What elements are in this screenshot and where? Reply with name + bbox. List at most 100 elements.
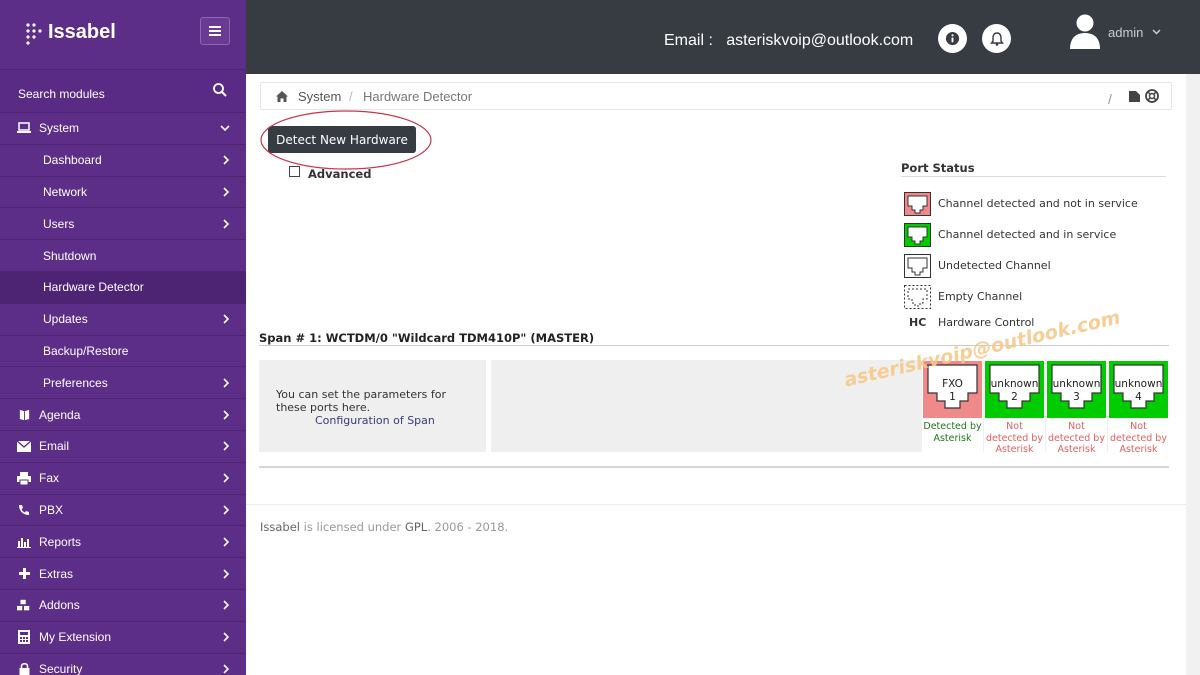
port-jack-icon <box>904 223 931 247</box>
sidebar-item-label: PBX <box>39 502 64 517</box>
footer-brand-link[interactable]: Issabel <box>260 520 300 534</box>
chevron-right-icon <box>223 537 230 547</box>
breadcrumb: System / Hardware Detector / <box>260 82 1172 110</box>
sidebar-item-label: Dashboard <box>43 153 102 168</box>
bar-chart-icon <box>17 535 31 549</box>
sidebar-item-label: Security <box>39 661 83 675</box>
sidebar-item-label: My Extension <box>39 630 112 645</box>
chevron-right-icon <box>223 314 230 324</box>
sidebar-subitem-updates[interactable]: Updates <box>0 303 246 336</box>
port-detection-status: Not detected by Asterisk <box>986 421 1043 455</box>
sidebar-item-label: Addons <box>39 598 80 613</box>
bell-icon <box>989 31 1004 46</box>
legend-label: Channel detected and not in service <box>938 197 1138 210</box>
sidebar-item-label: Shutdown <box>43 248 97 263</box>
port-number: 2 <box>1011 391 1018 403</box>
system-submenu: Dashboard Network Users Shutdown Hardware De… <box>0 144 246 400</box>
port-detection-status: Not detected by Asterisk <box>1110 421 1167 455</box>
port-3[interactable]: unknown 3 Not detected by Asterisk <box>1046 360 1107 455</box>
sidebar-item-extras[interactable]: Extras <box>0 558 246 590</box>
breadcrumb-system-link[interactable]: System <box>298 89 341 104</box>
sidebar-subitem-backup-restore[interactable]: Backup/Restore <box>0 335 246 368</box>
footer-license-link[interactable]: GPL <box>405 520 427 534</box>
chevron-right-icon <box>223 505 230 515</box>
port-number: 1 <box>949 391 956 403</box>
legend-label: Channel detected and in service <box>938 228 1117 241</box>
port-type: FXO <box>942 378 963 390</box>
chevron-right-icon <box>223 632 230 642</box>
sidebar-item-label: Agenda <box>39 407 81 422</box>
sidebar: Issabel Search modules System Dashboard N… <box>0 0 246 675</box>
footer: Issabel is licensed under GPL. 2006 - 20… <box>260 520 508 534</box>
sidebar-item-security[interactable]: Security <box>0 654 246 675</box>
port-jack-icon <box>904 285 931 309</box>
user-avatar-icon[interactable] <box>1069 13 1101 49</box>
advanced-checkbox[interactable] <box>289 166 300 177</box>
notifications-button[interactable] <box>982 24 1011 53</box>
chevron-right-icon <box>223 187 230 197</box>
detect-new-hardware-button[interactable]: Detect New Hardware <box>268 126 416 153</box>
port-jack-icon <box>904 254 931 278</box>
footer-text: . 2006 - 2018. <box>427 520 509 534</box>
sidebar-subitem-preferences[interactable]: Preferences <box>0 367 246 400</box>
sidebar-subitem-hardware-detector[interactable]: Hardware Detector <box>0 271 246 304</box>
home-icon[interactable] <box>276 91 288 102</box>
cubes-icon <box>17 598 31 612</box>
top-header: Email : asteriskvoip@outlook.com admin <box>246 0 1200 74</box>
sidebar-item-reports[interactable]: Reports <box>0 526 246 559</box>
chevron-right-icon <box>223 568 230 579</box>
port-1[interactable]: FXO 1 Detected by Asterisk <box>922 360 983 452</box>
sidebar-item-label: Users <box>43 216 75 231</box>
sidebar-item-fax[interactable]: Fax <box>0 463 246 495</box>
sidebar-item-pbx[interactable]: PBX <box>0 495 246 527</box>
sidebar-subitem-shutdown[interactable]: Shutdown <box>0 240 246 272</box>
sidebar-subitem-network[interactable]: Network <box>0 176 246 209</box>
email-label: Email : <box>664 32 713 49</box>
search-modules-label: Search modules <box>18 87 105 101</box>
email-value: asteriskvoip@outlook.com <box>726 32 914 49</box>
user-menu-name[interactable]: admin <box>1108 25 1143 40</box>
printer-icon <box>17 471 31 485</box>
port-status-divider <box>901 176 1166 177</box>
chevron-down-icon[interactable] <box>1152 29 1161 35</box>
page-scrollbar[interactable] <box>1186 74 1200 675</box>
lock-icon <box>17 662 31 675</box>
port-2[interactable]: unknown 2 Not detected by Asterisk <box>984 360 1045 455</box>
advanced-label: Advanced <box>308 167 372 181</box>
bookmark-help-tools-icon[interactable] <box>1127 88 1161 104</box>
footer-text: is licensed under <box>300 520 405 534</box>
port-detection-status: Detected by Asterisk <box>923 421 982 444</box>
sidebar-item-label: Email <box>39 439 70 454</box>
span-title: Span # 1: WCTDM/0 "Wildcard TDM410P" (MA… <box>259 331 595 345</box>
sidebar-item-email[interactable]: Email <box>0 431 246 463</box>
sidebar-item-system[interactable]: System <box>0 113 246 145</box>
laptop-icon <box>17 121 31 135</box>
chevron-right-icon <box>223 600 230 610</box>
legend-undetected-channel: Undetected Channel <box>904 254 1174 280</box>
port-number: 4 <box>1135 391 1142 403</box>
port-jack-icon <box>904 192 931 216</box>
plus-icon <box>17 567 31 581</box>
configuration-of-span-link[interactable]: Configuration of Span <box>315 414 435 427</box>
info-button[interactable] <box>938 24 967 53</box>
sidebar-item-agenda[interactable]: Agenda <box>0 399 246 431</box>
chevron-right-icon <box>223 155 230 165</box>
port-4[interactable]: unknown 4 Not detected by Asterisk <box>1108 360 1169 455</box>
sidebar-item-label: System <box>39 121 80 136</box>
search-icon[interactable] <box>212 82 228 98</box>
sidebar-item-label: Updates <box>43 312 88 327</box>
envelope-icon <box>17 439 31 453</box>
sidebar-item-addons[interactable]: Addons <box>0 590 246 622</box>
sidebar-subitem-users[interactable]: Users <box>0 208 246 241</box>
port-jack-icon <box>904 254 931 278</box>
menu-toggle-button[interactable] <box>200 17 230 45</box>
chevron-down-icon <box>220 125 230 132</box>
brand-name: Issabel <box>48 21 116 43</box>
breadcrumb-separator: / <box>349 89 353 104</box>
sidebar-subitem-dashboard[interactable]: Dashboard <box>0 144 246 177</box>
search-modules[interactable]: Search modules <box>0 70 246 113</box>
legend-label: Empty Channel <box>938 290 1023 303</box>
legend-label: Undetected Channel <box>938 259 1051 272</box>
chevron-right-icon <box>223 441 230 451</box>
sidebar-item-my-extension[interactable]: My Extension <box>0 622 246 654</box>
